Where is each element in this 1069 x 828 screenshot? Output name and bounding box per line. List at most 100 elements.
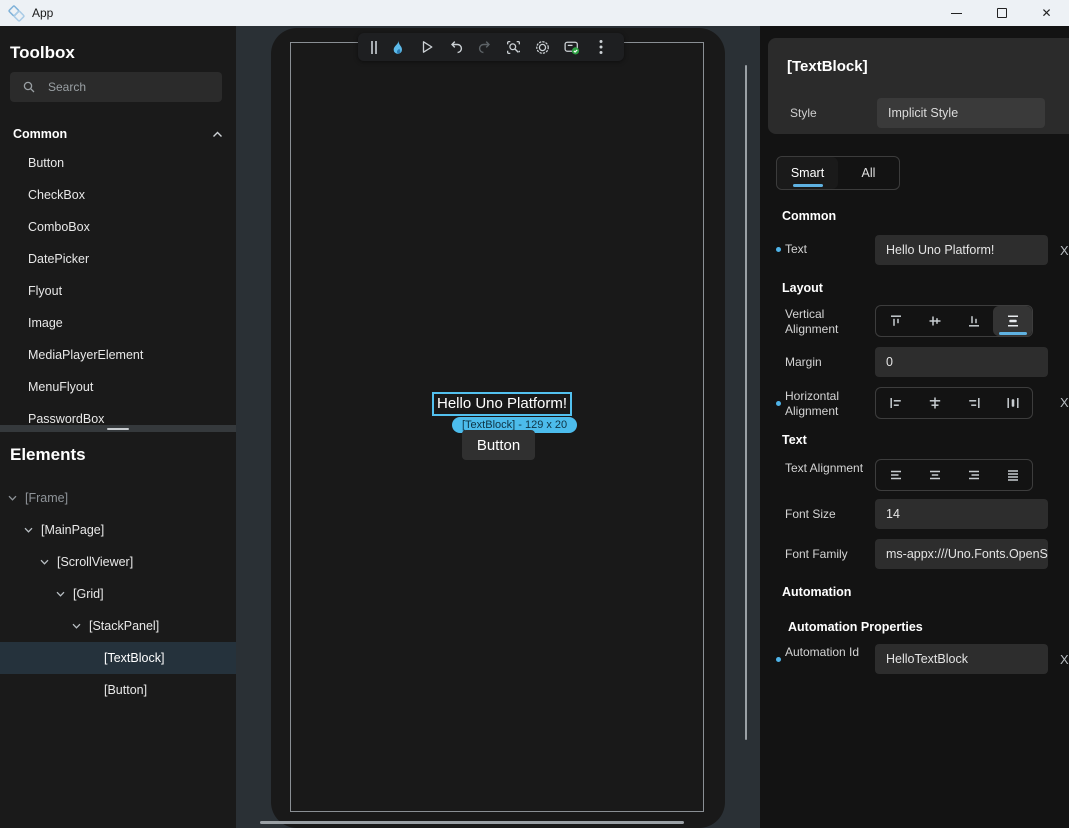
play-button[interactable] xyxy=(412,33,441,61)
minimize-button[interactable] xyxy=(934,0,979,26)
automation-properties-subheader: Automation Properties xyxy=(788,620,923,634)
tree-item-frame[interactable]: [Frame] xyxy=(0,482,236,514)
close-icon: ✕ xyxy=(1041,7,1051,19)
toolbar-drag-handle[interactable] xyxy=(367,33,381,61)
design-canvas: Hello Uno Platform! [TextBlock] - 129 x … xyxy=(236,26,760,828)
advanced-options-clipped-icon[interactable]: X xyxy=(1060,395,1069,410)
section-common: Common xyxy=(782,209,836,223)
valign-top-icon xyxy=(888,313,904,329)
canvas-selected-textblock[interactable]: Hello Uno Platform! xyxy=(432,392,572,416)
textalign-center-button[interactable] xyxy=(915,460,954,490)
toolbox-title: Toolbox xyxy=(10,43,75,63)
close-button[interactable]: ✕ xyxy=(1024,0,1069,26)
toolbar-more-button[interactable] xyxy=(586,33,615,61)
font-size-field[interactable]: 14 xyxy=(875,499,1048,529)
text-property-field[interactable]: Hello Uno Platform! xyxy=(875,235,1048,265)
font-family-field[interactable]: ms-appx:///Uno.Fonts.OpenSan xyxy=(875,539,1048,569)
valign-center-button[interactable] xyxy=(915,306,954,336)
tab-smart-label: Smart xyxy=(791,166,824,180)
valign-top-button[interactable] xyxy=(876,306,915,336)
halign-stretch-button[interactable] xyxy=(993,388,1032,418)
inspector-header-card: [TextBlock] Style Implicit Style xyxy=(768,38,1069,134)
toolbox-item-button[interactable]: Button xyxy=(0,147,236,179)
tab-smart[interactable]: Smart xyxy=(777,157,838,189)
canvas-toolbar xyxy=(358,33,624,61)
textalign-center-icon xyxy=(927,467,943,483)
toolbox-item-combobox[interactable]: ComboBox xyxy=(0,211,236,243)
vertical-alignment-label: Vertical Alignment xyxy=(785,307,871,337)
toolbox-item-mediaplayerelement[interactable]: MediaPlayerElement xyxy=(0,339,236,371)
inspect-element-icon xyxy=(505,39,522,56)
halign-center-button[interactable] xyxy=(915,388,954,418)
halign-left-icon xyxy=(888,395,904,411)
redo-button[interactable] xyxy=(470,33,499,61)
tree-item-stackpanel[interactable]: [StackPanel] xyxy=(0,610,236,642)
canvas-vertical-scrollbar[interactable] xyxy=(745,65,747,740)
minimize-icon xyxy=(951,13,962,14)
redo-icon xyxy=(477,39,493,55)
textalign-right-button[interactable] xyxy=(954,460,993,490)
search-placeholder: Search xyxy=(48,80,86,94)
chevron-up-icon xyxy=(212,131,223,138)
property-inspector: [TextBlock] Style Implicit Style Smart A… xyxy=(760,26,1069,828)
advanced-options-clipped-icon[interactable]: X xyxy=(1060,652,1069,667)
toolbox-item-menuflyout[interactable]: MenuFlyout xyxy=(0,371,236,403)
panel-splitter[interactable] xyxy=(0,425,236,432)
textalign-right-icon xyxy=(966,467,982,483)
style-value-field[interactable]: Implicit Style xyxy=(877,98,1045,128)
tree-item-grid[interactable]: [Grid] xyxy=(0,578,236,610)
tab-all[interactable]: All xyxy=(838,157,899,189)
margin-field[interactable]: 0 xyxy=(875,347,1048,377)
section-text: Text xyxy=(782,433,807,447)
horizontal-alignment-group xyxy=(875,387,1033,419)
inspect-element-button[interactable] xyxy=(499,33,528,61)
elements-tree: [Frame] [MainPage] [ScrollViewer] [Grid]… xyxy=(0,482,236,706)
chevron-down-icon[interactable] xyxy=(56,591,65,597)
valign-stretch-button[interactable] xyxy=(993,306,1032,336)
tree-item-scrollviewer[interactable]: [ScrollViewer] xyxy=(0,546,236,578)
canvas-button-element[interactable]: Button xyxy=(462,430,535,460)
theme-toggle-button[interactable] xyxy=(528,33,557,61)
inspector-title: [TextBlock] xyxy=(787,58,868,75)
textalign-justify-button[interactable] xyxy=(993,460,1032,490)
toolbox-item-datepicker[interactable]: DatePicker xyxy=(0,243,236,275)
hot-design-flame-button[interactable] xyxy=(383,33,412,61)
tree-item-label: [Grid] xyxy=(73,587,104,601)
form-validation-button[interactable] xyxy=(557,33,586,61)
chevron-down-icon[interactable] xyxy=(24,527,33,533)
undo-icon xyxy=(448,39,464,55)
chevron-down-icon[interactable] xyxy=(40,559,49,565)
automation-id-field[interactable]: HelloTextBlock xyxy=(875,644,1048,674)
font-family-label: Font Family xyxy=(785,547,871,562)
textalign-left-button[interactable] xyxy=(876,460,915,490)
maximize-button[interactable] xyxy=(979,0,1024,26)
elements-title: Elements xyxy=(10,445,86,465)
chevron-down-icon[interactable] xyxy=(8,495,17,501)
halign-center-icon xyxy=(927,395,943,411)
halign-right-icon xyxy=(966,395,982,411)
section-layout: Layout xyxy=(782,281,823,295)
flame-icon xyxy=(389,39,406,56)
tree-item-textblock-selected[interactable]: [TextBlock] xyxy=(0,642,236,674)
tree-item-label: [StackPanel] xyxy=(89,619,159,633)
automation-id-label: Automation Id xyxy=(785,645,871,660)
halign-left-button[interactable] xyxy=(876,388,915,418)
margin-label: Margin xyxy=(785,355,871,370)
canvas-horizontal-scrollbar[interactable] xyxy=(260,821,684,824)
toolbox-item-flyout[interactable]: Flyout xyxy=(0,275,236,307)
valign-bottom-button[interactable] xyxy=(954,306,993,336)
chevron-down-icon[interactable] xyxy=(72,623,81,629)
toolbox-item-image[interactable]: Image xyxy=(0,307,236,339)
section-automation: Automation xyxy=(782,585,851,599)
toolbox-section-common[interactable]: Common xyxy=(13,122,223,146)
undo-button[interactable] xyxy=(441,33,470,61)
toolbox-search-input[interactable]: Search xyxy=(10,72,222,102)
play-icon xyxy=(419,39,435,55)
text-alignment-label: Text Alignment xyxy=(785,461,871,476)
maximize-icon xyxy=(997,8,1007,18)
halign-right-button[interactable] xyxy=(954,388,993,418)
tree-item-mainpage[interactable]: [MainPage] xyxy=(0,514,236,546)
tree-item-button[interactable]: [Button] xyxy=(0,674,236,706)
toolbox-item-checkbox[interactable]: CheckBox xyxy=(0,179,236,211)
advanced-options-clipped-icon[interactable]: X xyxy=(1060,243,1069,258)
